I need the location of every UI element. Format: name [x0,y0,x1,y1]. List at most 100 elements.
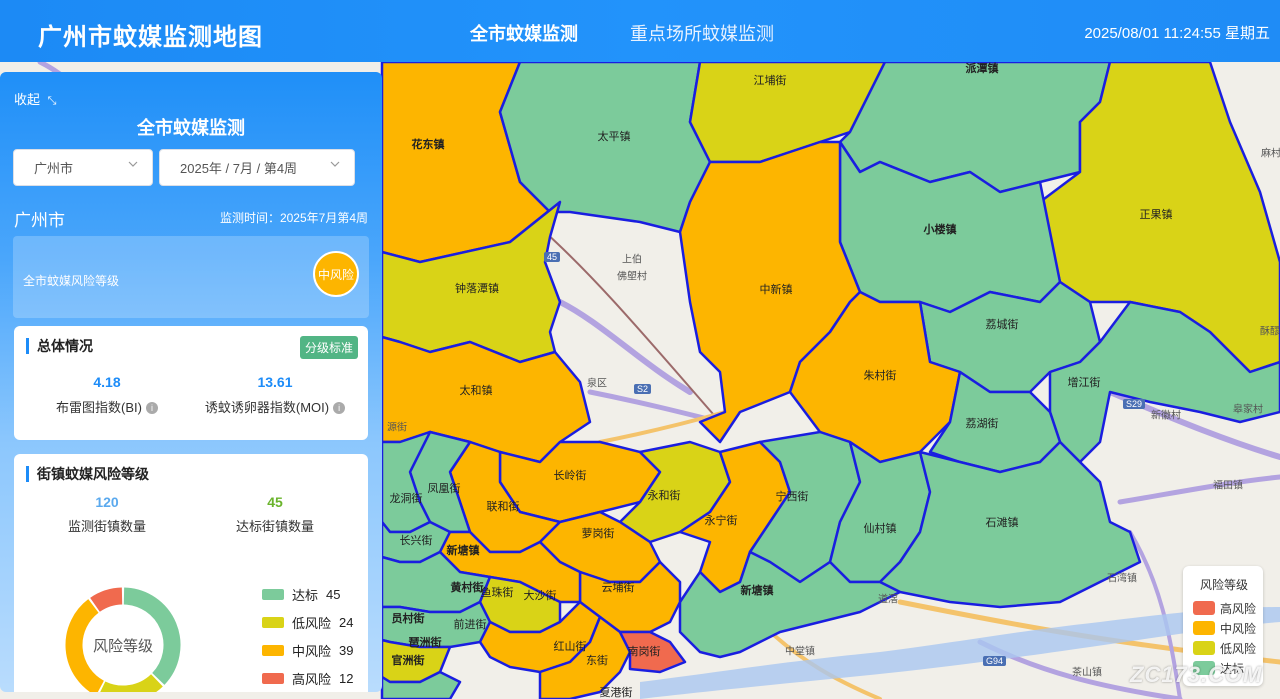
watermark: ZC173.COM [1130,662,1263,687]
legend-label: 中风险 [292,643,332,659]
map-label: 永和街 [647,490,681,502]
legend-swatch [262,644,284,656]
basemap-label: 泉区 [587,378,607,390]
street-risk-title: 街镇蚊媒风险等级 [26,466,149,482]
legend-swatch [262,588,284,600]
map-label: 正果镇 [1139,209,1173,221]
city-select-value: 广州市 [34,161,74,176]
map-label: 永宁街 [704,515,738,527]
panel-title: 全市蚊媒监测 [137,118,245,138]
map-label: 前进街 [453,619,487,631]
bi-label-text: 布雷图指数(BI) [56,400,142,415]
road-shield: S29 [1123,399,1146,409]
map-label: 花东镇 [411,139,445,151]
legend-count: 12 [339,670,354,686]
road-shield: S2 [634,384,652,394]
map-label: 派潭镇 [965,63,999,75]
map-label: 小楼镇 [923,224,957,236]
basemap-label: 麻村 [1261,148,1280,160]
collapse-button[interactable]: 收起 ⤡ [14,89,56,108]
info-icon[interactable]: i [145,402,158,414]
map-label: 太平镇 [597,131,631,143]
map-label: 增江街 [1067,377,1101,389]
period-select-value: 2025年 / 7月 / 第4周 [180,161,298,176]
bi-value: 4.18 [93,374,121,390]
basemap-label: 福田镇 [1213,480,1243,492]
period-select[interactable]: 2025年 / 7月 / 第4周 [159,149,355,186]
basemap-label: 道滘 [878,594,898,606]
basemap-label: 皋家村 [1233,404,1263,416]
map-label: 南岗街 [627,646,661,658]
legend-label: 高风险 [292,671,332,687]
legend-label: 低风险 [1220,641,1257,656]
legend-swatch [1193,641,1215,655]
legend-label: 高风险 [1220,601,1257,616]
map-label: 夏港街 [599,687,633,699]
map-label: 员村街 [391,613,425,625]
map-label: 中新镇 [759,284,793,296]
map-legend-item[interactable]: 高风险 [1193,598,1263,618]
map-label: 红山街 [553,641,587,653]
map-label: 荔湖街 [965,418,999,430]
map-label: 黄村街 [450,582,484,594]
monitor-time: 监测时间：2025年7月第4周 [219,211,368,225]
legend-swatch [1193,621,1215,635]
overall-card: 总体情况 分级标准 4.18 布雷图指数(BI) i 13.61 诱蚊诱卵器指数(… [14,326,368,440]
moi-label: 诱蚊诱卵器指数(MOI) i [190,397,360,416]
tab-key-places-monitoring[interactable]: 重点场所蚊媒监测 [630,20,774,46]
monitored-label: 监测街镇数量 [67,519,146,534]
map-label: 萝岗街 [581,528,615,540]
nav-tabs: 全市蚊媒监测 重点场所蚊媒监测 [470,20,774,46]
map-legend-item[interactable]: 中风险 [1193,618,1263,638]
map-label: 龙洞街 [389,493,423,505]
map-label: 联和街 [486,501,520,513]
map-label: 凤凰街 [427,483,461,495]
basemap-label: 源街 [387,422,407,434]
map-label: 官洲街 [391,655,425,667]
chevron-down-icon [330,161,340,167]
city-risk-label: 全市蚊媒风险等级 [23,274,120,288]
legend-item: 高风险 12 [262,664,353,692]
legend-swatch [262,672,284,684]
legend-swatch [262,616,284,628]
city-select[interactable]: 广州市 [13,149,153,186]
legend-count: 24 [339,614,354,630]
street-risk-card: 街镇蚊媒风险等级 120 监测街镇数量 45 达标街镇数量 风险等级 达标 45… [14,454,368,692]
legend-item: 达标 45 [262,580,353,608]
grading-standard-button[interactable]: 分级标准 [299,336,358,359]
map-label: 新塘镇 [740,585,774,597]
top-header: 广州市蚊媒监测地图 全市蚊媒监测 重点场所蚊媒监测 2025/08/01 11:… [0,0,1280,62]
moi-value: 13.61 [257,374,293,390]
collapse-label: 收起 [14,92,41,107]
map-label: 钟落潭镇 [455,283,499,295]
map-legend-title: 风险等级 [1200,578,1249,592]
tab-city-mosquito-monitoring[interactable]: 全市蚊媒监测 [470,20,578,46]
legend-count: 45 [326,586,341,602]
compliant-count: 45 [267,494,283,510]
road-shield: 45 [544,252,561,262]
info-icon[interactable]: i [333,402,346,414]
legend-count: 39 [339,642,354,658]
donut-center-label: 风险等级 [92,637,153,655]
basemap-label: 茶山镇 [1072,667,1102,679]
overall-title: 总体情况 [26,338,93,354]
map-label: 宁西街 [775,491,809,503]
map-label: 江埔街 [753,75,787,87]
monitored-count: 120 [95,494,119,510]
legend-label: 低风险 [292,615,332,631]
map-label: 太和镇 [459,385,493,397]
map-label: 新塘镇 [446,545,480,557]
map-label: 仙村镇 [863,523,897,535]
legend-label: 中风险 [1220,621,1257,636]
legend-swatch [1193,601,1215,615]
map-legend-item[interactable]: 低风险 [1193,638,1263,658]
map-label: 长兴街 [399,535,433,547]
basemap-label: 中堂镇 [785,646,815,658]
map-label: 鱼珠街 [480,587,514,599]
chevron-down-icon [128,161,138,167]
basemap-label: 石湾镇 [1107,573,1137,585]
map-label: 朱村街 [863,370,897,382]
map-label: 东街 [586,655,608,667]
moi-label-text: 诱蚊诱卵器指数(MOI) [204,400,330,415]
legend-item: 低风险 24 [262,608,353,636]
